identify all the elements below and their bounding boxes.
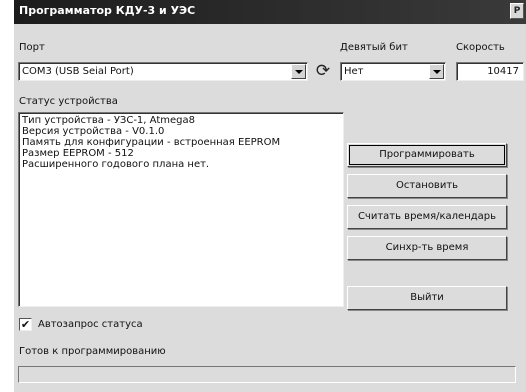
ninth-bit-dropdown-arrow-icon[interactable] xyxy=(429,64,444,79)
ninth-bit-value: Нет xyxy=(344,66,364,77)
auto-status-label: Автозапрос статуса xyxy=(38,319,143,330)
status-line: Тип устройства - УЗС-1, Atmega8 xyxy=(22,115,195,126)
ninth-bit-select[interactable]: Нет xyxy=(340,62,446,81)
port-select[interactable]: COM3 (USB Seial Port) xyxy=(18,62,308,81)
refresh-icon[interactable]: ⟳ xyxy=(312,60,334,82)
status-label: Статус устройства xyxy=(19,96,118,107)
status-listbox[interactable]: Тип устройства - УЗС-1, Atmega8 Версия у… xyxy=(18,112,344,307)
speed-input[interactable]: 10417 xyxy=(456,62,524,81)
auto-status-checkbox[interactable]: ✔ xyxy=(19,318,32,331)
stop-button[interactable]: Остановить xyxy=(347,174,507,198)
port-dropdown-arrow-icon[interactable] xyxy=(291,64,306,79)
progress-bar xyxy=(18,366,516,383)
exit-button[interactable]: Выйти xyxy=(347,286,507,310)
status-bar-text: Готов к программированию xyxy=(19,346,166,357)
status-line: Размер EEPROM - 512 xyxy=(22,148,134,159)
status-line: Память для конфигурации - встроенная EEP… xyxy=(22,137,281,148)
speed-value: 10417 xyxy=(487,66,519,77)
status-line: Версия устройства - V0.1.0 xyxy=(22,126,165,137)
port-value: COM3 (USB Seial Port) xyxy=(22,66,134,77)
title-bar: Программатор КДУ-3 и УЭС Р xyxy=(14,0,526,24)
speed-label: Скорость xyxy=(456,42,505,53)
read-time-button[interactable]: Считать время/календарь xyxy=(347,205,507,229)
ninth-bit-label: Девятый бит xyxy=(340,42,408,53)
window-title: Программатор КДУ-3 и УЭС xyxy=(19,4,196,17)
program-button[interactable]: Программировать xyxy=(347,143,507,167)
sync-time-button[interactable]: Синхр-ть время xyxy=(347,236,507,260)
status-line: Расширенного годового плана нет. xyxy=(22,159,210,170)
port-label: Порт xyxy=(19,42,45,53)
title-button[interactable]: Р xyxy=(510,3,524,19)
